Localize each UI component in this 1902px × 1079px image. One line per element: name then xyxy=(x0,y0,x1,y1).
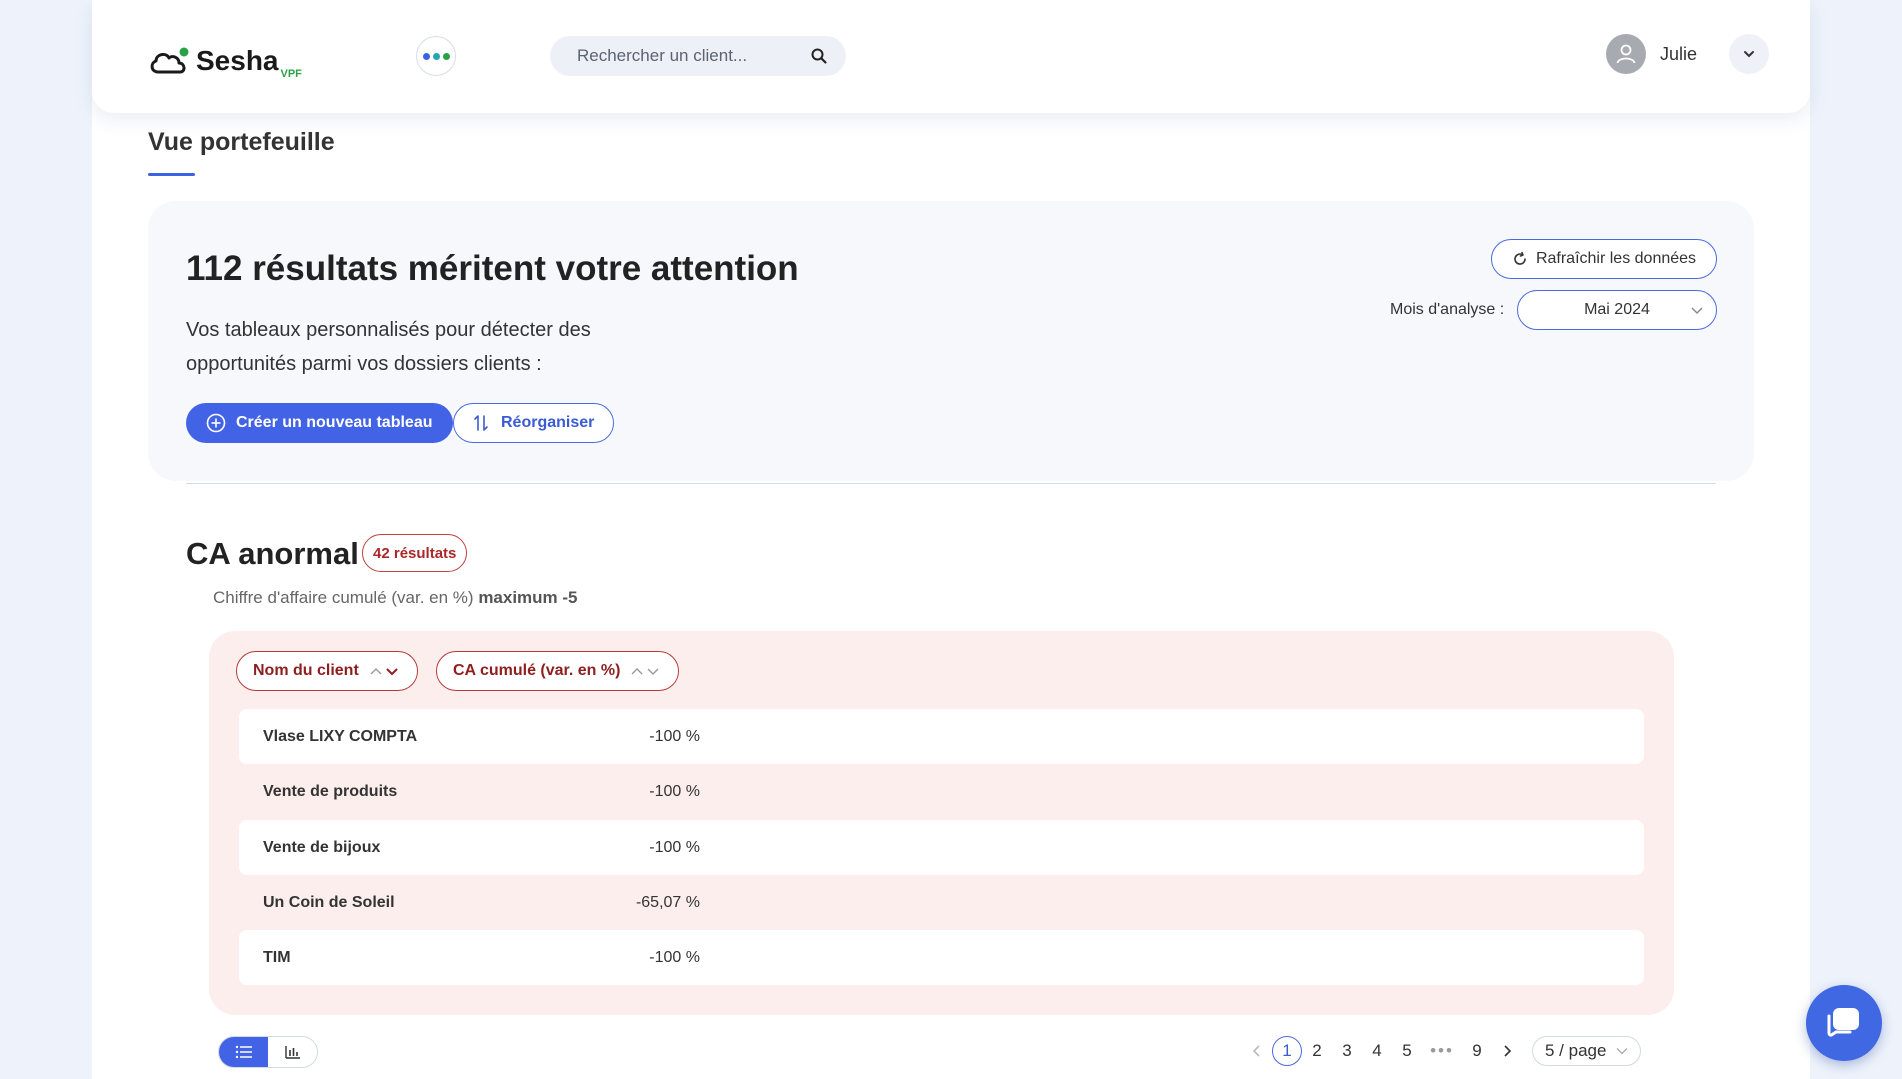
create-table-label: Créer un nouveau tableau xyxy=(236,414,433,431)
client-name: Vlase LIXY COMPTA xyxy=(263,727,418,745)
summary-card: 112 résultats méritent votre attention V… xyxy=(148,201,1754,481)
dots-icon xyxy=(442,52,450,60)
reorganize-button[interactable]: Réorganiser xyxy=(453,403,615,443)
column-header-label: Nom du client xyxy=(253,662,359,679)
ca-variation: -100 % xyxy=(649,948,700,966)
table-row[interactable]: TIM -100 % xyxy=(239,930,1644,985)
client-name: Vente de bijoux xyxy=(263,838,381,856)
table-criteria: Chiffre d'affaire cumulé (var. en %) max… xyxy=(213,588,578,608)
chevron-down-icon xyxy=(1616,1048,1628,1055)
ca-variation: -65,07 % xyxy=(635,893,700,911)
page-3-button[interactable]: 3 xyxy=(1332,1036,1362,1066)
table-criteria-text: Chiffre d'affaire cumulé (var. en %) xyxy=(213,588,474,607)
list-icon xyxy=(235,1045,252,1059)
create-table-button[interactable]: Créer un nouveau tableau xyxy=(186,403,453,443)
refresh-data-button[interactable]: Rafraîchir les données xyxy=(1491,239,1717,279)
client-name: TIM xyxy=(263,948,291,966)
results-table: Nom du client CA cumulé (var. en %) Vlas… xyxy=(209,631,1674,1015)
user-icon xyxy=(1616,44,1636,64)
plus-circle-icon xyxy=(206,413,226,433)
section-divider xyxy=(186,483,1716,484)
refresh-data-label: Rafraîchir les données xyxy=(1535,250,1697,267)
page-9-button[interactable]: 9 xyxy=(1462,1036,1492,1066)
page-1-button[interactable]: 1 xyxy=(1272,1036,1302,1066)
logo[interactable]: Sesha VPF xyxy=(148,36,302,80)
chat-icon xyxy=(1827,1008,1859,1037)
summary-title: 112 résultats méritent votre attention xyxy=(186,249,799,288)
page-4-button[interactable]: 4 xyxy=(1362,1036,1392,1066)
analysis-month-value: Mai 2024 xyxy=(1584,301,1650,318)
chevron-down-icon xyxy=(1691,307,1703,314)
table-row[interactable]: Vente de produits -100 % xyxy=(239,764,1644,819)
summary-description: Vos tableaux personnalisés pour détecter… xyxy=(186,319,591,375)
sort-icon[interactable] xyxy=(369,665,403,677)
client-name: Vente de produits xyxy=(263,782,398,800)
column-header-ca-cumule[interactable]: CA cumulé (var. en %) xyxy=(436,651,680,691)
avatar[interactable] xyxy=(1606,34,1646,74)
logo-text: Sesha xyxy=(196,45,279,76)
pagination: 1 2 3 4 5 ••• 9 5 / page xyxy=(1242,1034,1642,1068)
page: Sesha VPF Julie xyxy=(92,0,1810,1079)
reorganize-label: Réorganiser xyxy=(501,414,595,431)
chevron-down-icon xyxy=(1744,51,1755,58)
page-size-value: 5 / page xyxy=(1545,1041,1607,1060)
chart-view-button[interactable] xyxy=(268,1037,317,1067)
pagination-ellipsis[interactable]: ••• xyxy=(1422,1036,1462,1066)
page-title-underline xyxy=(148,173,195,176)
bar-chart-icon xyxy=(284,1046,300,1059)
page-size-select[interactable]: 5 / page xyxy=(1532,1036,1642,1066)
page-5-button[interactable]: 5 xyxy=(1392,1036,1422,1066)
search-input[interactable] xyxy=(577,46,810,66)
chevron-right-icon xyxy=(1504,1045,1512,1057)
table-row[interactable]: Vlase LIXY COMPTA -100 % xyxy=(239,709,1644,764)
cloud-icon xyxy=(148,46,192,76)
analysis-month-select[interactable]: Mai 2024 xyxy=(1517,290,1717,330)
chevron-left-icon xyxy=(1252,1045,1260,1057)
ca-variation: -100 % xyxy=(649,727,700,745)
client-name: Un Coin de Soleil xyxy=(263,893,395,911)
sort-arrows-icon xyxy=(474,415,488,431)
chat-support-button[interactable] xyxy=(1806,985,1882,1061)
sort-icon[interactable] xyxy=(630,665,664,677)
logo-subtext: VPF xyxy=(280,68,302,80)
top-bar: Sesha VPF Julie xyxy=(92,0,1810,113)
analysis-month-label: Mois d'analyse : xyxy=(1390,301,1505,318)
next-page-button[interactable] xyxy=(1492,1036,1522,1066)
table-criteria-threshold: maximum -5 xyxy=(478,588,578,607)
apps-menu-button[interactable] xyxy=(416,36,456,76)
ca-variation: -100 % xyxy=(649,838,700,856)
user-dropdown-button[interactable] xyxy=(1729,34,1770,74)
user-menu[interactable]: Julie xyxy=(1606,34,1770,74)
refresh-icon xyxy=(1514,251,1526,265)
table-row[interactable]: Un Coin de Soleil -65,07 % xyxy=(239,875,1644,930)
prev-page-button[interactable] xyxy=(1242,1036,1272,1066)
list-view-button[interactable] xyxy=(219,1037,268,1067)
table-row[interactable]: Vente de bijoux -100 % xyxy=(239,820,1644,875)
user-name: Julie xyxy=(1660,43,1698,64)
dots-icon xyxy=(422,52,430,60)
page-title: Vue portefeuille xyxy=(148,128,335,156)
view-toggle xyxy=(218,1036,318,1068)
search-icon[interactable] xyxy=(810,47,828,65)
dots-icon xyxy=(432,52,440,60)
table-title: CA anormal xyxy=(186,536,359,571)
page-2-button[interactable]: 2 xyxy=(1302,1036,1332,1066)
column-header-client-name[interactable]: Nom du client xyxy=(236,651,418,691)
ca-variation: -100 % xyxy=(649,782,700,800)
search-bar xyxy=(550,36,846,76)
column-header-label: CA cumulé (var. en %) xyxy=(453,662,621,679)
results-count-badge: 42 résultats xyxy=(362,534,468,572)
